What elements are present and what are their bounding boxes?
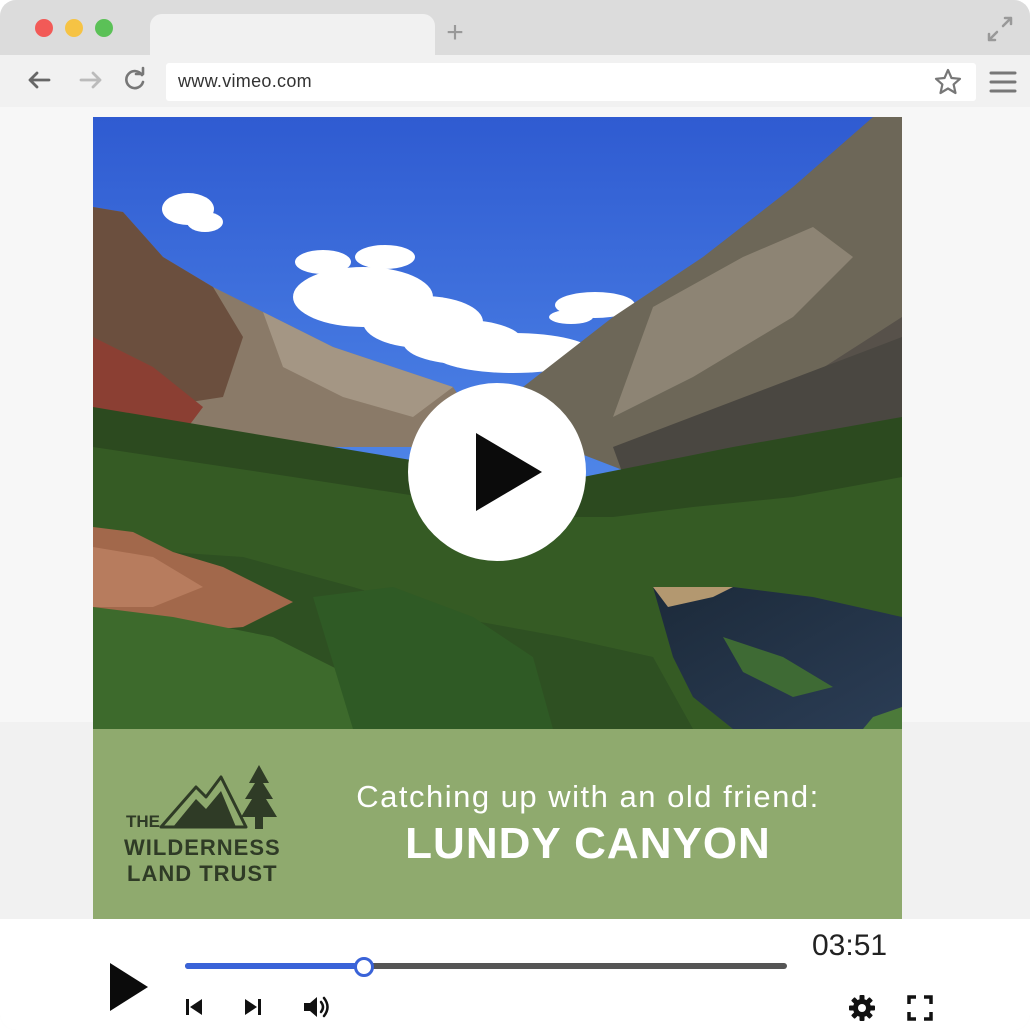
video-frame[interactable] xyxy=(93,117,902,729)
volume-icon xyxy=(304,996,329,1018)
skip-forward-icon xyxy=(245,999,261,1015)
svg-text:WILDERNESS: WILDERNESS xyxy=(124,835,281,860)
arrow-right-icon xyxy=(79,71,102,89)
skip-forward-button[interactable] xyxy=(241,995,265,1019)
player-controls: 03:51 xyxy=(0,919,1030,1030)
play-icon xyxy=(110,963,148,1011)
title-bar: + xyxy=(0,0,1030,55)
reload-icon xyxy=(125,66,145,90)
svg-text:THE: THE xyxy=(126,812,160,831)
expand-icon[interactable] xyxy=(985,14,1015,44)
skip-back-icon xyxy=(186,999,202,1015)
settings-button[interactable] xyxy=(848,994,876,1022)
play-button[interactable] xyxy=(104,961,152,1013)
skip-back-button[interactable] xyxy=(182,995,206,1019)
browser-toolbar: www.vimeo.com xyxy=(0,55,1030,107)
arrow-left-icon xyxy=(28,71,51,89)
wilderness-land-trust-logo: THE WILDERNESS LAND TRUST xyxy=(121,757,301,887)
address-bar[interactable]: www.vimeo.com xyxy=(166,63,976,101)
new-tab-button[interactable]: + xyxy=(442,18,468,48)
browser-window: + www.vimeo.com THE WILDERNESS LAND TRUS… xyxy=(0,0,1030,1030)
star-icon[interactable] xyxy=(933,67,963,97)
svg-text:LAND TRUST: LAND TRUST xyxy=(127,861,278,886)
banner-title: LUNDY CANYON xyxy=(405,819,771,868)
maximize-window-button[interactable] xyxy=(95,19,113,37)
banner-subtitle: Catching up with an old friend: xyxy=(356,779,820,814)
forward-button[interactable] xyxy=(76,65,106,95)
fullscreen-button[interactable] xyxy=(906,994,934,1022)
play-icon xyxy=(476,433,542,511)
fullscreen-icon xyxy=(907,995,933,1021)
back-button[interactable] xyxy=(24,65,54,95)
progress-bar[interactable] xyxy=(185,957,787,977)
video-title-banner: THE WILDERNESS LAND TRUST Catching up wi… xyxy=(93,729,902,919)
reload-button[interactable] xyxy=(120,65,150,95)
url-text[interactable]: www.vimeo.com xyxy=(178,71,312,92)
minimize-window-button[interactable] xyxy=(65,19,83,37)
volume-button[interactable] xyxy=(302,994,332,1020)
time-display: 03:51 xyxy=(812,929,888,962)
gear-icon xyxy=(849,995,875,1021)
close-window-button[interactable] xyxy=(35,19,53,37)
progress-thumb[interactable] xyxy=(353,957,374,977)
hamburger-menu-icon[interactable] xyxy=(988,67,1018,97)
browser-tab[interactable] xyxy=(150,14,435,55)
progress-fill xyxy=(185,963,364,969)
play-button-overlay[interactable] xyxy=(408,383,586,561)
